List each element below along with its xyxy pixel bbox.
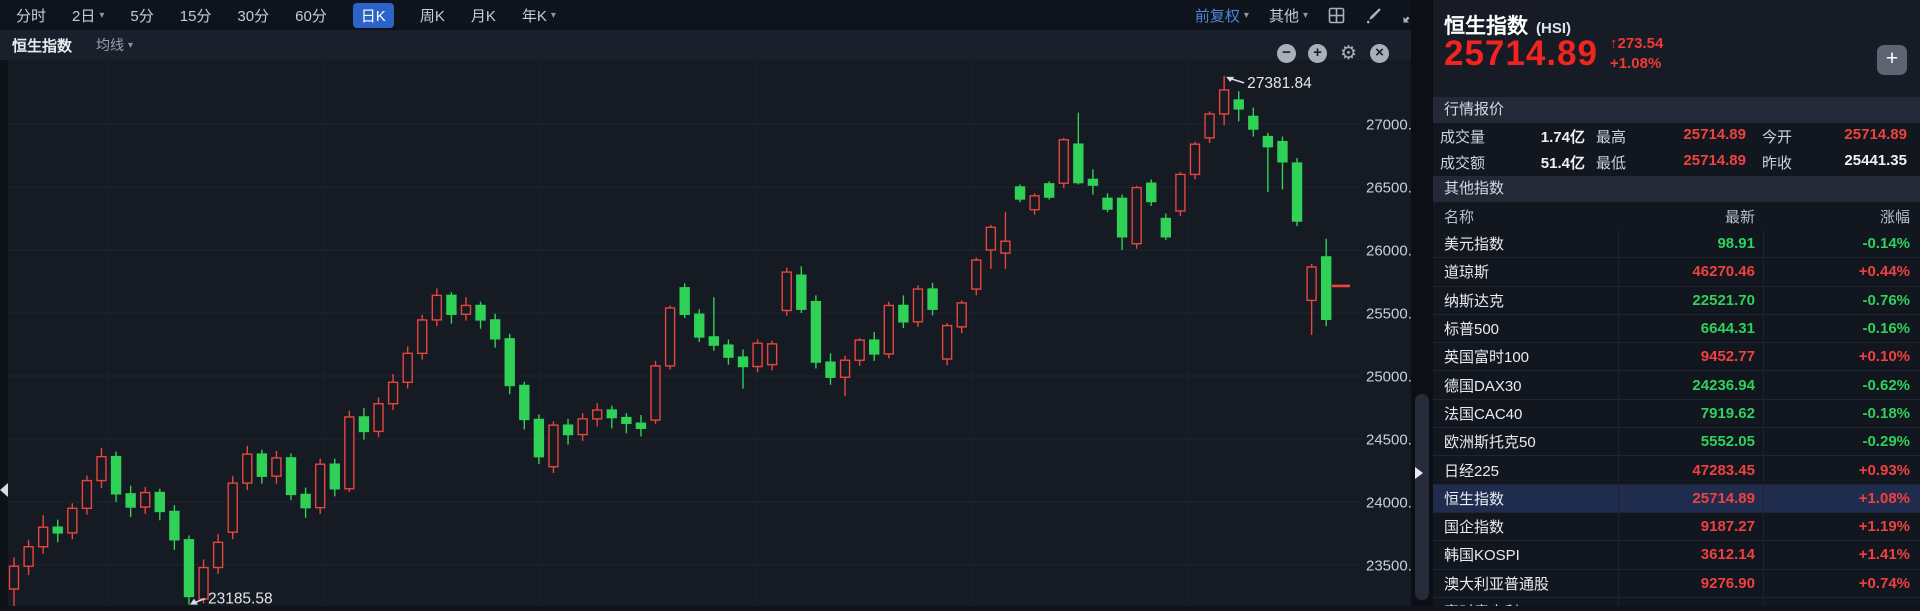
chevron-down-icon: ▾ (551, 10, 556, 21)
table-row-恒生指数[interactable]: 恒生指数25714.89+1.08% (1433, 485, 1920, 513)
zoom-in-icon[interactable]: + (1308, 44, 1327, 63)
y-axis-tick: 27000.0 (1366, 117, 1411, 134)
quote-panel-header: 恒生指数 (HSI) 25714.89 ↑273.54 +1.08% + (1433, 0, 1920, 97)
period-tab-分时[interactable]: 分时 (16, 5, 46, 26)
quote-item-最低: 最低25714.89 (1596, 152, 1746, 173)
period-tab-周K[interactable]: 周K (420, 5, 445, 26)
y-axis-tick: 26000.0 (1366, 243, 1411, 260)
close-icon[interactable]: × (1370, 44, 1389, 63)
period-tab-月K[interactable]: 月K (471, 5, 496, 26)
last-price: 25714.89 (1444, 34, 1598, 74)
period-tab-60分[interactable]: 60分 (295, 5, 327, 26)
grid-layout-icon[interactable] (1328, 7, 1345, 24)
table-row-德国DAX30[interactable]: 德国DAX3024236.94-0.62% (1433, 371, 1920, 399)
quote-item-成交量: 成交量1.74亿 (1440, 126, 1585, 147)
table-row-标普500[interactable]: 标普5006644.31-0.16% (1433, 315, 1920, 343)
collapse-left-panel-icon[interactable] (0, 483, 8, 497)
zoom-out-icon[interactable]: − (1277, 44, 1296, 63)
high-annotation: 27381.84 (1247, 75, 1312, 92)
quote-item-成交额: 成交额51.4亿 (1440, 152, 1585, 173)
y-axis-tick: 25000.0 (1366, 369, 1411, 386)
quote-item-今开: 今开25714.89 (1762, 126, 1907, 147)
chevron-down-icon: ▾ (1303, 10, 1308, 21)
other-dropdown[interactable]: 其他▾ (1269, 5, 1308, 26)
period-toolbar: 分时 2日▾ 5分 15分 30分 60分 日K 周K 月K 年K▾ 前复权▾ 其他▾ (0, 0, 1433, 30)
quote-section-title: 行情报价 (1433, 97, 1920, 123)
indices-table-header: 名称 最新 涨幅 (1433, 202, 1920, 230)
y-axis-tick: 26500.0 (1366, 180, 1411, 197)
chart-left-gutter (0, 60, 8, 606)
period-tab-日K[interactable]: 日K (353, 3, 394, 28)
y-axis-tick: 25500.0 (1366, 306, 1411, 323)
table-row-法国CAC40[interactable]: 法国CAC407919.62-0.18% (1433, 400, 1920, 428)
period-tab-2日[interactable]: 2日▾ (72, 5, 104, 26)
indices-section-title: 其他指数 (1433, 176, 1920, 202)
chart-symbol-title: 恒生指数 (12, 35, 72, 56)
quote-panel: 恒生指数 (HSI) 25714.89 ↑273.54 +1.08% + 行情报… (1433, 0, 1920, 606)
table-row-欧洲斯托克50[interactable]: 欧洲斯托克505552.05-0.29% (1433, 428, 1920, 456)
period-tab-15分[interactable]: 15分 (180, 5, 212, 26)
header-name: 名称 (1433, 206, 1618, 227)
quote-item-最高: 最高25714.89 (1596, 126, 1746, 147)
table-row-日经225[interactable]: 日经22547283.45+0.93% (1433, 456, 1920, 484)
table-row-英国富时100[interactable]: 英国富时1009452.77+0.10% (1433, 343, 1920, 371)
chart-control-icons: − + ⚙ × (1277, 44, 1389, 63)
brush-icon[interactable] (1365, 7, 1382, 24)
y-axis-tick: 23500.0 (1366, 558, 1411, 575)
settings-gear-icon[interactable]: ⚙ (1339, 44, 1358, 63)
ma-indicator-dropdown[interactable]: 均线 ▾ (96, 35, 133, 55)
vertical-scrollbar[interactable] (1411, 0, 1433, 606)
table-row-澳大利亚普通股[interactable]: 澳大利亚普通股9276.90+0.74% (1433, 570, 1920, 598)
add-to-watchlist-button[interactable]: + (1877, 45, 1907, 75)
price-change: ↑273.54 (1610, 34, 1663, 54)
ma-label: 均线 (96, 35, 124, 55)
table-row-道琼斯[interactable]: 道琼斯46270.46+0.44% (1433, 258, 1920, 286)
price-change-percent: +1.08% (1610, 54, 1663, 74)
table-row-富时意大利MIB[interactable]: 富时意大利MIB43075.96+0.39% (1433, 598, 1920, 606)
header-latest: 最新 (1618, 202, 1763, 230)
expand-panel-arrow-icon[interactable] (1415, 467, 1423, 479)
header-change: 涨幅 (1763, 202, 1920, 230)
quote-item-昨收: 昨收25441.35 (1762, 152, 1907, 173)
table-row-国企指数[interactable]: 国企指数9187.27+1.19% (1433, 513, 1920, 541)
period-tab-30分[interactable]: 30分 (237, 5, 269, 26)
table-row-韩国KOSPI[interactable]: 韩国KOSPI3612.14+1.41% (1433, 541, 1920, 569)
adjust-mode-dropdown[interactable]: 前复权▾ (1195, 5, 1249, 26)
table-row-美元指数[interactable]: 美元指数98.91-0.14% (1433, 230, 1920, 258)
chevron-down-icon: ▾ (128, 40, 133, 51)
y-axis-tick: 24000.0 (1366, 495, 1411, 512)
y-axis-tick: 24500.0 (1366, 432, 1411, 449)
chevron-down-icon: ▾ (1244, 10, 1249, 21)
period-tab-5分[interactable]: 5分 (130, 5, 153, 26)
period-tab-年K[interactable]: 年K▾ (522, 5, 556, 26)
table-row-纳斯达克[interactable]: 纳斯达克22521.70-0.76% (1433, 287, 1920, 315)
low-annotation: 23185.58 (208, 591, 273, 606)
candlestick-chart[interactable]: 27000.0 26500.0 26000.0 25500.0 25000.0 24500… (0, 60, 1411, 606)
chart-header-bar: 恒生指数 均线 ▾ − + ⚙ × (0, 30, 1411, 60)
chevron-down-icon: ▾ (99, 10, 104, 21)
quote-grid: 成交量1.74亿最高25714.89 今开25714.89 成交额51.4亿最低25… (1433, 123, 1920, 176)
scrollbar-thumb[interactable] (1415, 394, 1429, 600)
indices-table-body: 美元指数98.91-0.14%道琼斯46270.46+0.44%纳斯达克2252… (1433, 230, 1920, 606)
